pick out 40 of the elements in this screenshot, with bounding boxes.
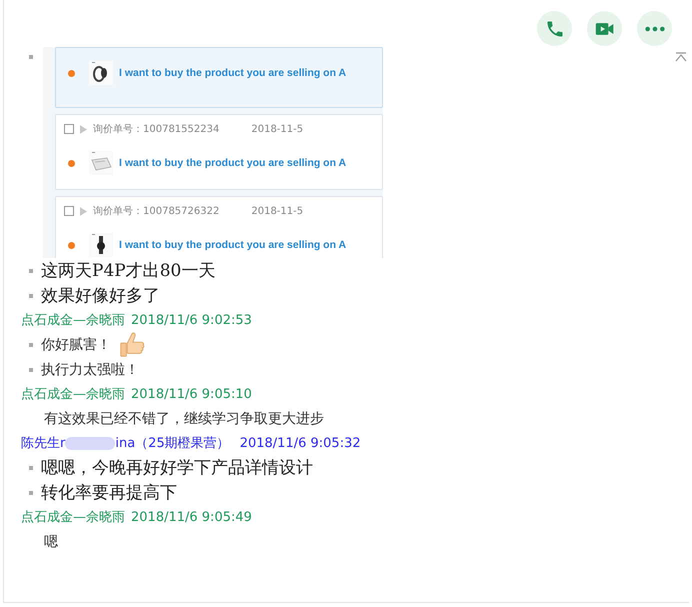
- sender-name: 点石成金—佘晓雨: [21, 509, 125, 526]
- message-text: 效果好像好多了: [41, 285, 160, 307]
- unread-dot: [68, 70, 75, 76]
- more-icon: [644, 24, 666, 32]
- more-button[interactable]: [637, 11, 672, 46]
- sender-name: 点石成金—佘晓雨: [21, 312, 125, 329]
- inquiry-card[interactable]: I want to buy the product you are selling on A: [55, 47, 383, 108]
- unread-dot: [68, 242, 75, 248]
- sender-name: 陈先生r: [21, 435, 66, 452]
- inquiry-card[interactable]: 询价单号：100785726322 2018-11-5 I want to buy the product you are selling on A: [55, 196, 383, 258]
- message-text: 嗯: [44, 532, 58, 550]
- expand-icon[interactable]: [80, 124, 87, 134]
- inquiry-number: 询价单号：100781552234: [93, 122, 220, 136]
- checkbox[interactable]: [64, 206, 74, 216]
- inquiry-date: 2018-11-5: [251, 124, 304, 134]
- expand-icon[interactable]: [80, 206, 87, 216]
- inquiry-message[interactable]: I want to buy the product you are selling on A: [119, 67, 346, 79]
- checkbox[interactable]: [64, 124, 74, 134]
- message-text: 嗯嗯，今晚再好好学下产品详情设计: [41, 457, 313, 479]
- sender-name: 点石成金—佘晓雨: [21, 386, 125, 403]
- message-text: 执行力太强啦！: [41, 360, 139, 378]
- message-text: 转化率要再提高下: [41, 482, 177, 504]
- inquiry-card[interactable]: 询价单号：100781552234 2018-11-5 I want to buy the product you are selling on A: [55, 114, 383, 190]
- call-button[interactable]: [537, 11, 572, 46]
- message-time: 2018/11/6 9:05:10: [131, 386, 252, 402]
- message-time: 2018/11/6 9:02:53: [131, 312, 252, 328]
- inquiry-message[interactable]: I want to buy the product you are selling on A: [119, 239, 346, 251]
- message-time: 2018/11/6 9:05:49: [131, 510, 252, 524]
- sender-name: ina（25期橙果营）: [115, 435, 230, 452]
- message-text: 这两天P4P才出80一天: [41, 260, 216, 282]
- inquiry-date: 2018-11-5: [251, 206, 304, 216]
- unread-dot: [68, 160, 75, 166]
- video-call-button[interactable]: [587, 11, 622, 46]
- message-text: 你好腻害！: [41, 336, 111, 354]
- message-time: 2018/11/6 9:05:32: [240, 436, 361, 450]
- scroll-to-top-icon[interactable]: [675, 52, 687, 62]
- inquiry-number: 询价单号：100785726322: [93, 204, 220, 218]
- phone-icon: [544, 18, 564, 38]
- message-text: 有这效果已经不错了，继续学习争取更大进步: [44, 410, 324, 428]
- inquiry-message[interactable]: I want to buy the product you are selling on A: [119, 157, 346, 169]
